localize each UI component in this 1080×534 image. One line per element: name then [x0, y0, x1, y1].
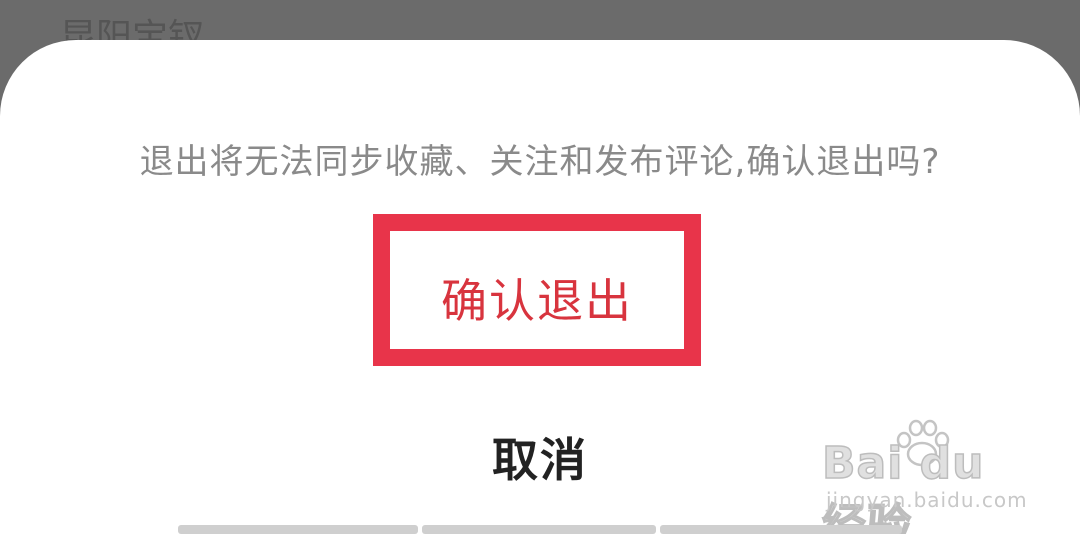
bottom-indicator-segment — [178, 525, 418, 534]
watermark-url: jingyan.baidu.com — [826, 488, 1028, 512]
confirm-highlight-box: 确认退出 — [373, 214, 701, 366]
watermark-logo-text: Bai du 经验 — [821, 437, 985, 534]
bottom-indicator-segment — [422, 525, 656, 534]
confirm-logout-button[interactable]: 确认退出 — [390, 231, 684, 349]
bottom-indicator-segment — [660, 525, 902, 534]
baidu-jingyan-watermark: Bai du 经验 jingyan.baidu.com — [821, 419, 1027, 534]
app-screen: 昆阳宝钗 退出将无法同步收藏、关注和发布评论,确认退出吗? 确认退出 取消 Ba… — [0, 0, 1080, 534]
logout-warning-message: 退出将无法同步收藏、关注和发布评论,确认退出吗? — [139, 142, 941, 182]
